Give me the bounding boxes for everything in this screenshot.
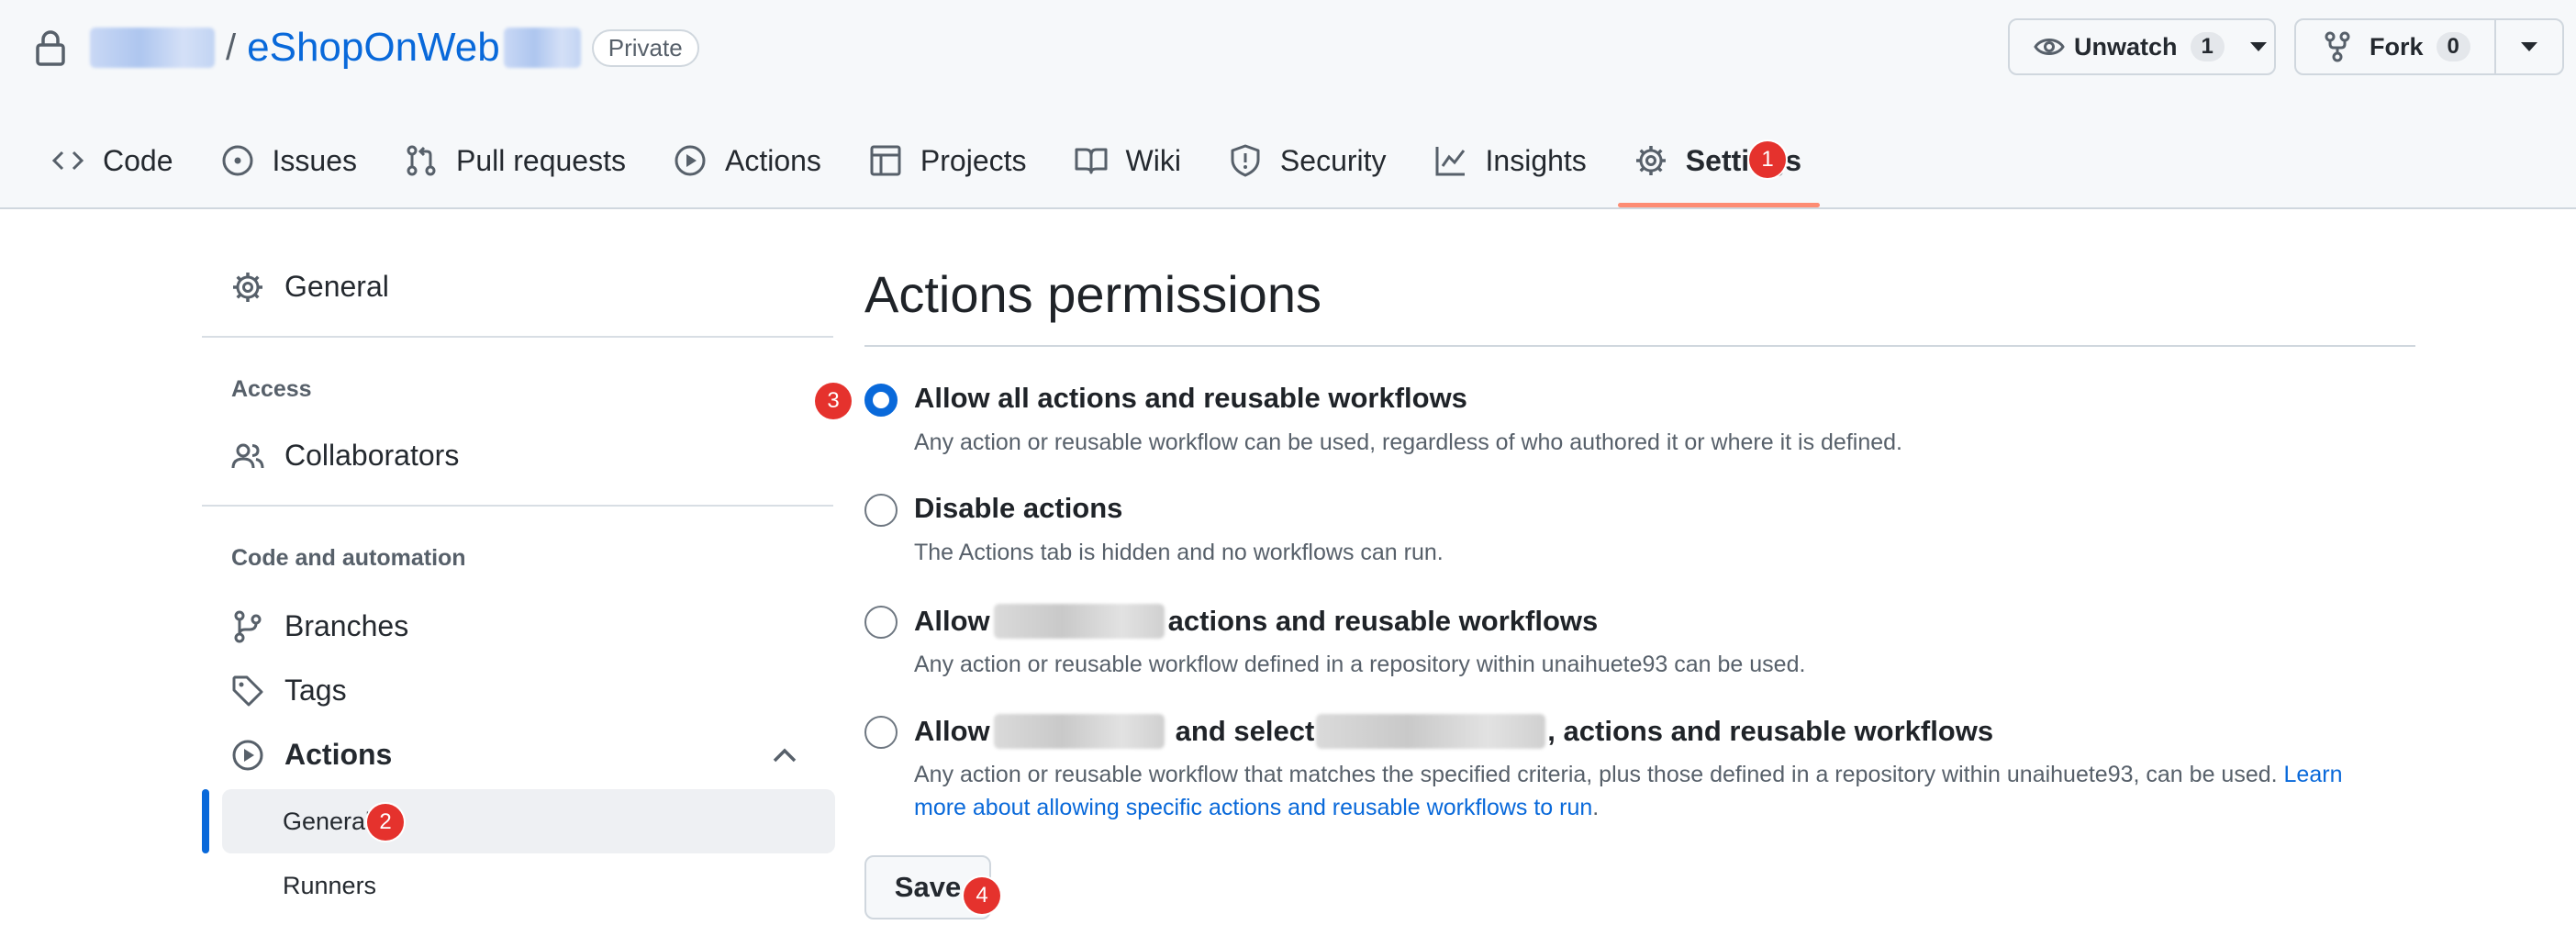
option-label-part: , actions and reusable workflows bbox=[1547, 715, 1994, 747]
learn-more-link[interactable]: Learn bbox=[2284, 762, 2343, 787]
play-icon bbox=[675, 145, 706, 176]
tag-icon bbox=[232, 675, 263, 706]
tab-code-label: Code bbox=[103, 143, 173, 177]
step-marker-4: 4 bbox=[964, 877, 1000, 914]
option-label-part: actions and reusable workflows bbox=[1167, 605, 1599, 637]
eye-icon bbox=[2034, 39, 2065, 55]
tab-pull-requests[interactable]: Pull requests bbox=[405, 128, 626, 193]
sidebar-item-collaborators[interactable]: Collaborators bbox=[231, 439, 459, 473]
redacted-owner bbox=[993, 604, 1165, 639]
option-allow-select-desc: Any action or reusable workflow that mat… bbox=[914, 758, 2342, 824]
option-allow-owner-desc: Any action or reusable workflow defined … bbox=[914, 652, 1806, 677]
sidebar-item-general-label: General bbox=[284, 270, 389, 303]
tab-projects-label: Projects bbox=[920, 143, 1027, 177]
sidebar-divider bbox=[202, 336, 833, 338]
title-divider bbox=[864, 345, 2415, 347]
fork-label: Fork bbox=[2370, 32, 2424, 61]
path-separator: / bbox=[226, 27, 237, 68]
tab-security-label: Security bbox=[1279, 143, 1387, 177]
sidebar-item-actions[interactable]: Actions bbox=[231, 738, 392, 772]
tab-issues-label: Issues bbox=[272, 143, 357, 177]
tab-wiki[interactable]: Wiki bbox=[1075, 128, 1181, 193]
shield-icon bbox=[1231, 144, 1260, 177]
sidebar-item-collaborators-label: Collaborators bbox=[284, 439, 460, 472]
tab-actions[interactable]: Actions bbox=[674, 128, 821, 193]
tab-projects[interactable]: Projects bbox=[869, 128, 1027, 193]
repo-nav-tabs: Code Issues Pull requests Actions Projec… bbox=[51, 128, 1849, 207]
tab-insights-label: Insights bbox=[1485, 143, 1587, 177]
redacted-text bbox=[1316, 714, 1546, 749]
sidebar-heading-code-automation: Code and automation bbox=[231, 545, 466, 571]
option-allow-select-label[interactable]: Allow and select , actions and reusable … bbox=[914, 714, 1993, 749]
sidebar-item-tags-label: Tags bbox=[284, 674, 347, 707]
option-allow-all-label[interactable]: Allow all actions and reusable workflows bbox=[914, 382, 1467, 415]
unwatch-dropdown-caret-icon bbox=[2249, 42, 2267, 51]
sidebar-item-actions-label: Actions bbox=[284, 738, 393, 771]
sidebar-heading-access: Access bbox=[231, 376, 312, 402]
repo-header: / eShopOnWeb Private Unwatch 1 Fork 0 Co… bbox=[0, 0, 2576, 209]
people-icon bbox=[231, 443, 264, 468]
redacted-text bbox=[503, 28, 581, 68]
private-badge: Private bbox=[591, 28, 699, 67]
option-disable-actions-label[interactable]: Disable actions bbox=[914, 492, 1122, 525]
fork-dropdown-caret-icon bbox=[2521, 42, 2537, 51]
repo-title: / eShopOnWeb Private bbox=[35, 20, 699, 75]
redacted-owner[interactable] bbox=[90, 28, 215, 68]
learn-more-link[interactable]: more about allowing specific actions and… bbox=[914, 795, 1592, 820]
sidebar-subitem-runners[interactable]: Runners bbox=[283, 872, 376, 900]
tab-security[interactable]: Security bbox=[1229, 128, 1387, 193]
sidebar-item-tags[interactable]: Tags bbox=[231, 674, 347, 708]
tab-code[interactable]: Code bbox=[51, 128, 173, 193]
table-icon bbox=[870, 145, 901, 176]
fork-button[interactable]: Fork 0 bbox=[2294, 18, 2520, 75]
play-icon bbox=[232, 740, 263, 770]
chevron-up-icon[interactable] bbox=[771, 745, 798, 765]
step-marker-2: 2 bbox=[367, 804, 404, 841]
step-marker-3: 3 bbox=[815, 383, 852, 419]
sidebar-subitem-actions-general[interactable]: General bbox=[283, 808, 371, 836]
radio-allow-all[interactable] bbox=[864, 384, 898, 417]
gear-icon bbox=[1635, 146, 1666, 175]
radio-allow-owner[interactable] bbox=[864, 606, 898, 639]
option-desc-text: Any action or reusable workflow that mat… bbox=[914, 762, 2278, 787]
graph-icon bbox=[1435, 147, 1465, 176]
option-allow-all-desc: Any action or reusable workflow can be u… bbox=[914, 429, 1902, 455]
book-icon bbox=[1075, 148, 1107, 174]
radio-allow-select[interactable] bbox=[864, 716, 898, 749]
step-marker-1: 1 bbox=[1749, 141, 1786, 178]
code-icon bbox=[51, 150, 84, 171]
option-label-part: and select bbox=[1175, 715, 1315, 747]
gear-icon bbox=[233, 272, 262, 302]
lock-icon bbox=[36, 30, 65, 66]
redacted-owner bbox=[993, 714, 1165, 749]
option-label-part: Allow bbox=[914, 605, 990, 637]
option-allow-owner-label[interactable]: Allow actions and reusable workflows bbox=[914, 604, 1598, 639]
sidebar-item-branches[interactable]: Branches bbox=[231, 609, 408, 643]
sidebar-item-branches-label: Branches bbox=[284, 609, 409, 642]
pull-request-icon bbox=[407, 145, 436, 176]
option-label-part: Allow bbox=[914, 715, 990, 747]
sidebar-divider bbox=[202, 505, 833, 507]
radio-disable-actions[interactable] bbox=[864, 494, 898, 527]
tab-pull-requests-label: Pull requests bbox=[455, 143, 626, 177]
unwatch-label: Unwatch bbox=[2074, 32, 2178, 61]
watch-count: 1 bbox=[2190, 32, 2225, 61]
branch-icon bbox=[234, 610, 262, 642]
tab-actions-label: Actions bbox=[724, 143, 821, 177]
tab-wiki-label: Wiki bbox=[1125, 143, 1181, 177]
option-disable-actions-desc: The Actions tab is hidden and no workflo… bbox=[914, 540, 1444, 565]
active-indicator bbox=[202, 789, 209, 853]
fork-icon bbox=[2325, 31, 2350, 62]
option-desc-text: . bbox=[1592, 795, 1600, 820]
tab-insights[interactable]: Insights bbox=[1434, 128, 1587, 193]
issue-icon bbox=[222, 145, 252, 176]
unwatch-button[interactable]: Unwatch 1 bbox=[2008, 18, 2276, 75]
repo-name-link[interactable]: eShopOnWeb bbox=[247, 25, 500, 71]
sidebar-item-general[interactable]: General bbox=[231, 270, 389, 304]
fork-dropdown-button[interactable] bbox=[2494, 18, 2564, 75]
tab-issues[interactable]: Issues bbox=[221, 128, 357, 193]
fork-count: 0 bbox=[2436, 32, 2470, 61]
page-title: Actions permissions bbox=[864, 265, 1321, 323]
